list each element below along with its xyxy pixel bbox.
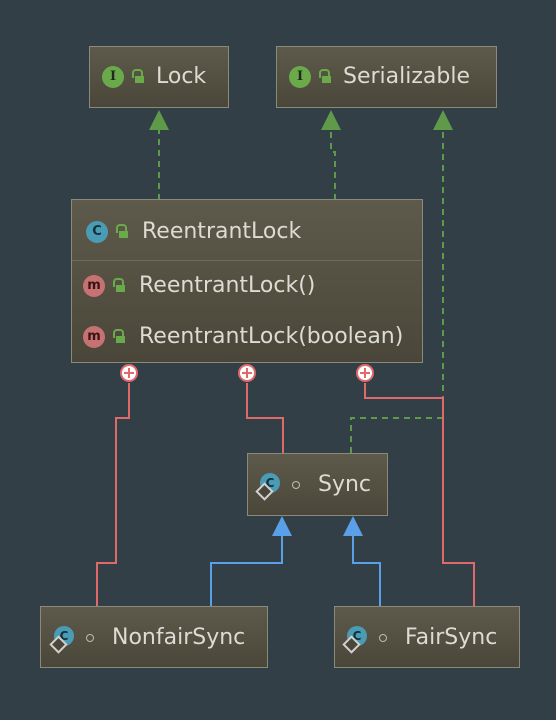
- class-icon: C: [86, 220, 108, 243]
- public-lock-icon: [115, 223, 129, 240]
- method-row[interactable]: m ReentrantLock(boolean): [83, 324, 403, 349]
- sync-node[interactable]: C Sync: [247, 453, 388, 516]
- class-icon: C: [49, 625, 76, 654]
- arrowhead-sync-2: [343, 516, 363, 536]
- inner-marker-1: [120, 364, 138, 382]
- reentrantlock-node[interactable]: C ReentrantLock m ReentrantLock() m Reen…: [71, 199, 423, 363]
- arrowhead-lock: [149, 110, 169, 130]
- arrowhead-serializable-2: [433, 110, 453, 130]
- public-lock-icon: [131, 68, 145, 85]
- edge-reentrantlock-implements-serializable: [330, 130, 336, 200]
- arrowhead-serializable-1: [321, 110, 341, 130]
- package-private-icon: [379, 633, 387, 642]
- interface-icon: I: [102, 65, 124, 88]
- node-name: NonfairSync: [112, 625, 246, 650]
- nonfairsync-node[interactable]: C NonfairSync: [40, 606, 268, 668]
- inner-marker-3: [356, 364, 374, 382]
- node-name: Lock: [156, 64, 207, 89]
- method-icon: m: [83, 274, 105, 297]
- serializable-node[interactable]: I Serializable: [276, 46, 497, 108]
- class-icon: C: [342, 625, 369, 654]
- node-name: Serializable: [343, 64, 471, 89]
- lock-node[interactable]: I Lock: [89, 46, 229, 108]
- interface-icon: I: [289, 65, 311, 88]
- method-row[interactable]: m ReentrantLock(): [83, 273, 315, 298]
- public-lock-icon: [112, 277, 126, 294]
- node-name: ReentrantLock: [142, 219, 302, 244]
- fairsync-node[interactable]: C FairSync: [334, 606, 520, 668]
- node-name: Sync: [318, 472, 372, 497]
- edge-inner-sync: [246, 383, 284, 453]
- separator: [72, 260, 422, 261]
- public-lock-icon: [112, 328, 126, 345]
- inner-marker-2: [238, 364, 256, 382]
- edge-inner-nonfairsync: [96, 383, 130, 606]
- edge-nonfairsync-extends-sync: [210, 533, 283, 606]
- method-signature: ReentrantLock(): [139, 273, 316, 298]
- method-icon: m: [83, 325, 105, 348]
- edge-fairsync-extends-sync: [352, 533, 381, 606]
- method-signature: ReentrantLock(boolean): [139, 324, 404, 349]
- package-private-icon: [292, 480, 300, 489]
- abstract-class-icon: C: [255, 472, 282, 501]
- package-private-icon: [86, 633, 94, 642]
- node-name: FairSync: [405, 625, 498, 650]
- arrowhead-sync-1: [272, 516, 292, 536]
- public-lock-icon: [318, 68, 332, 85]
